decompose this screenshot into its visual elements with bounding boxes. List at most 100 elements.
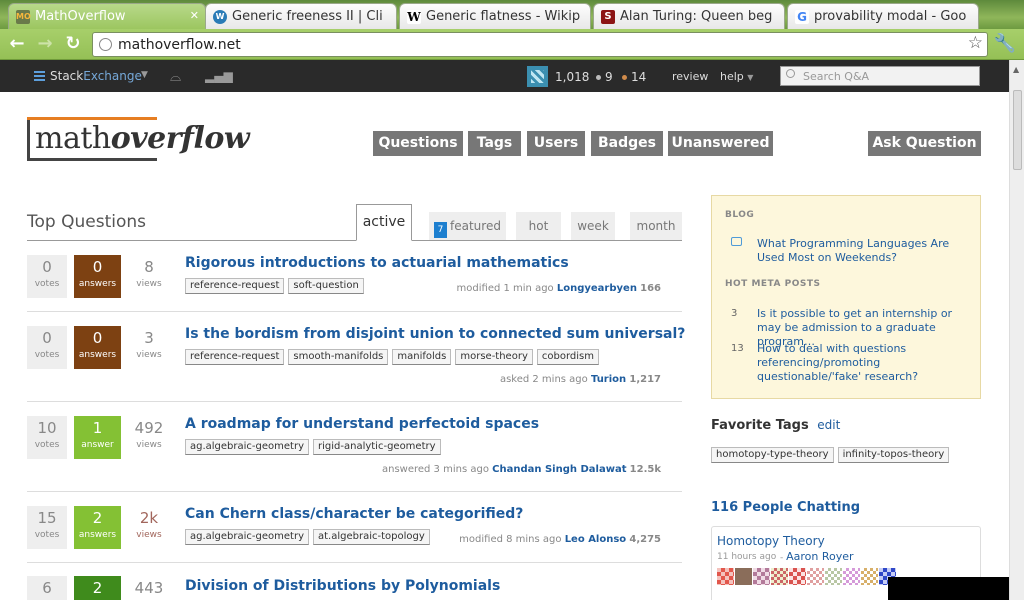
tag[interactable]: reference-request xyxy=(185,349,285,365)
nav-users[interactable]: Users xyxy=(527,131,585,156)
close-icon[interactable]: ✕ xyxy=(190,9,199,22)
reload-icon[interactable]: ↻ xyxy=(63,34,83,54)
tag[interactable]: infinity-topos-theory xyxy=(837,447,950,463)
tab-featured[interactable]: 7 featured xyxy=(429,212,506,240)
avatar[interactable] xyxy=(843,568,860,585)
avatar[interactable] xyxy=(717,568,734,585)
question-title-link[interactable]: Can Chern class/character be categorifie… xyxy=(185,506,523,522)
google-icon: G xyxy=(795,10,809,24)
reputation-count[interactable]: 1,018 xyxy=(555,70,589,84)
mathoverflow-logo[interactable]: mathoverflow xyxy=(27,117,257,162)
blog-post-link[interactable]: What Programming Languages Are Used Most… xyxy=(757,237,967,265)
question-title-link[interactable]: Rigorous introductions to actuarial math… xyxy=(185,255,569,271)
question-title-link[interactable]: A roadmap for understand perfectoid spac… xyxy=(185,416,539,432)
avatar[interactable] xyxy=(861,568,878,585)
tag[interactable]: smooth-manifolds xyxy=(288,349,389,365)
tab-month[interactable]: month xyxy=(630,212,682,240)
chat-heading-link[interactable]: 116 People Chatting xyxy=(711,500,860,515)
back-arrow-icon[interactable]: ← xyxy=(7,34,27,54)
tab-hot[interactable]: hot xyxy=(516,212,561,240)
browser-tab-alan-turing[interactable]: S Alan Turing: Queen beg xyxy=(593,3,785,29)
bookmark-star-icon[interactable]: ☆ xyxy=(968,33,983,53)
page-title: Top Questions xyxy=(27,212,146,232)
question-activity: answered 3 mins ago Chandan Singh Dalawa… xyxy=(381,464,661,475)
redacted-overlay xyxy=(888,577,1009,600)
browser-tab-generic-freeness[interactable]: W Generic freeness II | Cli xyxy=(205,3,397,29)
scroll-up-icon[interactable]: ▲ xyxy=(1013,65,1019,74)
tag[interactable]: at.algebraic-topology xyxy=(313,529,430,545)
review-link[interactable]: review xyxy=(672,70,708,83)
tag[interactable]: soft-question xyxy=(288,278,364,294)
wikipedia-icon: W xyxy=(407,10,421,24)
avatar[interactable] xyxy=(771,568,788,585)
tab-label: Alan Turing: Queen beg xyxy=(620,9,773,24)
wrench-menu-icon[interactable]: 🔧 xyxy=(994,33,1016,54)
avatar[interactable] xyxy=(825,568,842,585)
tag[interactable]: ag.algebraic-geometry xyxy=(185,529,309,545)
user-link[interactable]: Leo Alonso xyxy=(565,534,626,545)
question-summary: 0 votes 0 answers 8 views Rigorous introduc… xyxy=(27,255,682,312)
tag[interactable]: rigid-analytic-geometry xyxy=(313,439,441,455)
vote-count: 10 votes xyxy=(27,416,67,459)
avatar[interactable] xyxy=(789,568,806,585)
tag[interactable]: cobordism xyxy=(536,349,599,365)
avatar[interactable] xyxy=(753,568,770,585)
answer-count: 0 answers xyxy=(74,326,121,369)
search-input[interactable]: Search Q&A xyxy=(780,66,980,86)
globe-icon xyxy=(99,38,112,51)
question-activity: modified 8 mins ago Leo Alonso 4,275 xyxy=(459,534,661,545)
scrollbar-thumb[interactable] xyxy=(1013,90,1022,170)
tab-label: MathOverflow xyxy=(35,9,126,24)
speech-bubble-icon xyxy=(731,237,742,246)
tag[interactable]: homotopy-type-theory xyxy=(711,447,834,463)
browser-tab-provability[interactable]: G provability modal - Goo xyxy=(787,3,979,29)
nav-unanswered[interactable]: Unanswered xyxy=(668,131,773,156)
avatar[interactable] xyxy=(527,66,548,87)
tag[interactable]: ag.algebraic-geometry xyxy=(185,439,309,455)
stackexchange-icon xyxy=(34,71,45,81)
nav-questions[interactable]: Questions xyxy=(373,131,463,156)
browser-tab-generic-flatness[interactable]: W Generic flatness - Wikip xyxy=(399,3,591,29)
question-activity: asked 2 mins ago Turion 1,217 xyxy=(499,374,661,385)
tab-week[interactable]: week xyxy=(571,212,615,240)
browser-tab-mathoverflow[interactable]: MO MathOverflow ✕ xyxy=(8,3,206,29)
tag[interactable]: manifolds xyxy=(392,349,452,365)
question-summary: 0 votes 0 answers 3 views Is the bordism fr… xyxy=(27,326,685,402)
chat-room-link[interactable]: Homotopy Theory xyxy=(717,534,825,548)
ask-question-button[interactable]: Ask Question xyxy=(868,131,981,156)
vote-count: 0 votes xyxy=(27,255,67,298)
tag[interactable]: reference-request xyxy=(185,278,285,294)
view-count: 2k views xyxy=(136,509,162,540)
achievements-icon[interactable]: ▂▄▆ xyxy=(205,69,233,83)
inbox-icon[interactable]: ⌓ xyxy=(170,69,181,85)
chevron-down-icon[interactable]: ▼ xyxy=(141,70,148,80)
tab-active[interactable]: active xyxy=(356,204,412,241)
featured-count-badge: 7 xyxy=(434,222,448,238)
avatar[interactable] xyxy=(807,568,824,585)
page-scrollbar[interactable]: ▲ xyxy=(1009,60,1024,600)
help-menu[interactable]: help ▼ xyxy=(720,70,753,83)
nav-tags[interactable]: Tags xyxy=(468,131,521,156)
answer-count: 2 answers xyxy=(74,506,121,549)
chat-time: 11 hours ago xyxy=(717,552,777,562)
bulletin-heading-blog: BLOG xyxy=(725,210,755,220)
stackexchange-menu[interactable]: StackExchange xyxy=(34,69,142,83)
tag[interactable]: morse-theory xyxy=(455,349,533,365)
user-link[interactable]: Chandan Singh Dalawat xyxy=(492,464,626,475)
user-link[interactable]: Longyearbyen xyxy=(557,283,637,294)
meta-post-count: 13 xyxy=(731,343,744,354)
chat-user-link[interactable]: - Aaron Royer xyxy=(780,550,854,563)
community-bulletin: BLOG What Programming Languages Are Used… xyxy=(711,195,981,399)
forward-arrow-icon[interactable]: → xyxy=(35,34,55,54)
question-title-link[interactable]: Is the bordism from disjoint union to co… xyxy=(185,326,685,342)
edit-favorite-tags-link[interactable]: edit xyxy=(817,418,840,432)
user-link[interactable]: Turion xyxy=(591,374,626,385)
avatar[interactable] xyxy=(735,568,752,585)
answer-count: 1 answer xyxy=(74,416,121,459)
meta-post-link[interactable]: How to deal with questions referencing/p… xyxy=(757,342,967,384)
address-bar[interactable]: mathoverflow.net ☆ xyxy=(92,32,988,57)
answer-count: 2 xyxy=(74,576,121,600)
nav-badges[interactable]: Badges xyxy=(591,131,663,156)
question-title-link[interactable]: Division of Distributions by Polynomials xyxy=(185,578,500,594)
url-text[interactable]: mathoverflow.net xyxy=(118,37,241,53)
